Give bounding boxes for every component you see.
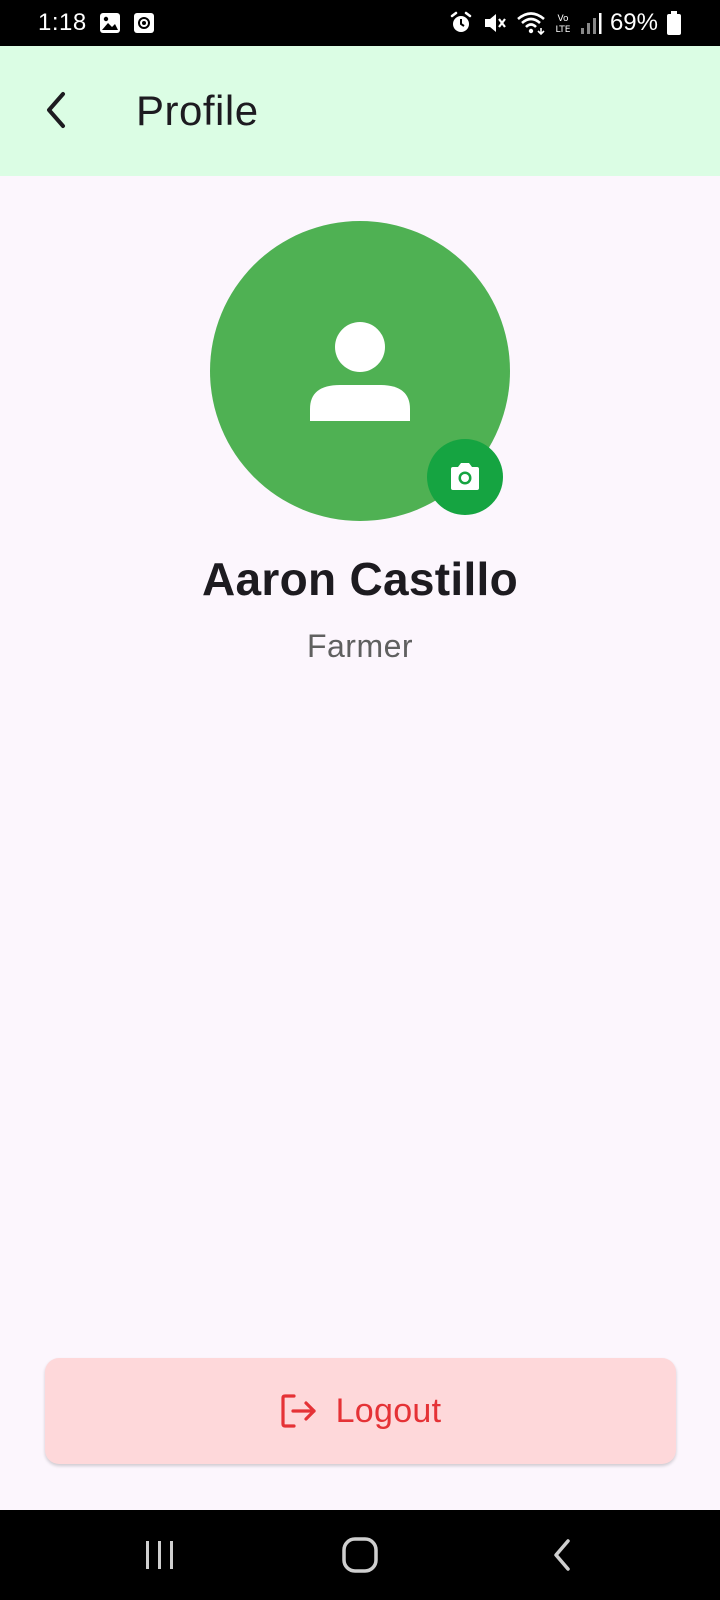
change-photo-button[interactable] — [427, 439, 503, 515]
back-button[interactable] — [30, 84, 82, 136]
status-time: 1:18 — [38, 9, 87, 36]
arrow-back-icon — [47, 92, 65, 128]
person-icon — [310, 322, 410, 421]
logout-label: Logout — [335, 1391, 442, 1430]
status-bar: 1:18 Vo LTE 69% — [0, 0, 720, 46]
home-icon — [342, 1537, 378, 1573]
user-role: Farmer — [306, 628, 414, 664]
screen-record-icon — [133, 12, 155, 34]
svg-text:LTE: LTE — [555, 25, 570, 35]
volte-icon: Vo LTE — [554, 10, 572, 36]
alarm-icon — [448, 10, 474, 36]
status-left: 1:18 — [38, 9, 155, 37]
page-title: Profile — [136, 87, 259, 134]
back-icon — [554, 1539, 570, 1571]
recent-apps-icon — [146, 1541, 173, 1569]
recent-apps-button[interactable] — [135, 1532, 185, 1578]
svg-text:Vo: Vo — [557, 14, 568, 24]
battery-icon — [666, 10, 682, 36]
user-name: Aaron Castillo — [201, 553, 519, 605]
nav-back-button[interactable] — [537, 1532, 587, 1578]
mute-icon — [482, 10, 508, 36]
camera-icon — [451, 463, 479, 490]
logout-icon — [280, 1394, 316, 1428]
system-nav-bar — [0, 1510, 720, 1600]
battery-percent: 69% — [609, 9, 658, 36]
image-icon — [99, 12, 121, 34]
app-bar: Profile — [0, 46, 720, 176]
logout-button[interactable]: Logout — [45, 1358, 676, 1464]
status-right: Vo LTE 69% — [448, 9, 682, 37]
signal-icon — [580, 11, 602, 35]
home-button[interactable] — [335, 1532, 385, 1578]
wifi-icon — [516, 10, 546, 36]
